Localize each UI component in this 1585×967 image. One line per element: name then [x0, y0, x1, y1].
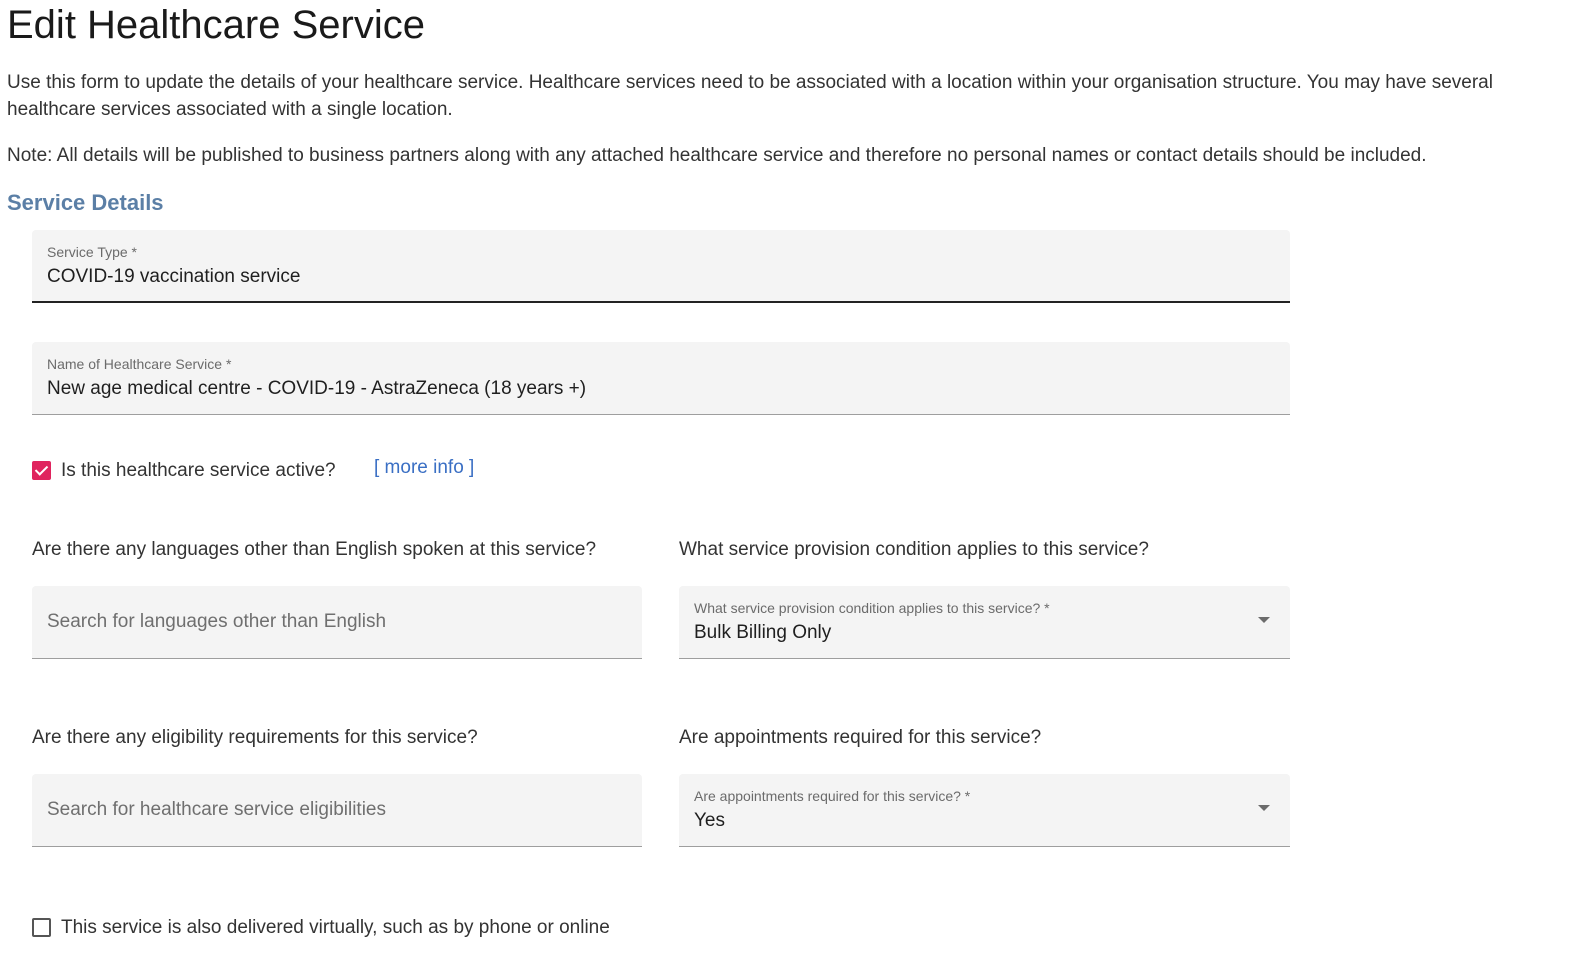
virtual-delivery-checkbox[interactable]: [32, 918, 51, 937]
languages-search-placeholder: Search for languages other than English: [47, 611, 387, 632]
more-info-link[interactable]: [ more info ]: [374, 457, 474, 479]
provision-select-value: Bulk Billing Only: [694, 622, 832, 643]
provision-select[interactable]: What service provision condition applies…: [679, 586, 1290, 659]
appointments-select-value: Yes: [694, 810, 725, 831]
service-name-label: Name of Healthcare Service *: [47, 356, 232, 372]
eligibility-question: Are there any eligibility requirements f…: [32, 727, 478, 748]
service-name-field[interactable]: Name of Healthcare Service * New age med…: [32, 342, 1290, 415]
section-heading-service-details: Service Details: [7, 190, 164, 215]
languages-search-field[interactable]: Search for languages other than English: [32, 586, 642, 659]
note-text: Note: All details will be published to b…: [7, 145, 1427, 166]
chevron-down-icon: [1258, 617, 1270, 623]
provision-question: What service provision condition applies…: [679, 539, 1149, 560]
appointments-question: Are appointments required for this servi…: [679, 727, 1042, 748]
eligibility-search-field[interactable]: Search for healthcare service eligibilit…: [32, 774, 642, 847]
appointments-select[interactable]: Are appointments required for this servi…: [679, 774, 1290, 847]
service-type-label: Service Type *: [47, 244, 138, 260]
eligibility-search-placeholder: Search for healthcare service eligibilit…: [47, 799, 386, 820]
service-type-field[interactable]: Service Type * COVID-19 vaccination serv…: [32, 230, 1290, 303]
languages-question: Are there any languages other than Engli…: [32, 539, 597, 560]
service-type-value: COVID-19 vaccination service: [47, 266, 301, 287]
intro-text: Use this form to update the details of y…: [7, 72, 1493, 120]
active-checkbox-label: Is this healthcare service active?: [61, 460, 336, 481]
chevron-down-icon: [1258, 805, 1270, 811]
virtual-delivery-label: This service is also delivered virtually…: [61, 917, 610, 938]
provision-select-label: What service provision condition applies…: [694, 600, 1050, 616]
appointments-select-label: Are appointments required for this servi…: [694, 788, 971, 804]
service-name-value: New age medical centre - COVID-19 - Astr…: [47, 378, 587, 399]
page-title: Edit Healthcare Service: [7, 3, 425, 47]
active-checkbox[interactable]: [32, 461, 51, 480]
